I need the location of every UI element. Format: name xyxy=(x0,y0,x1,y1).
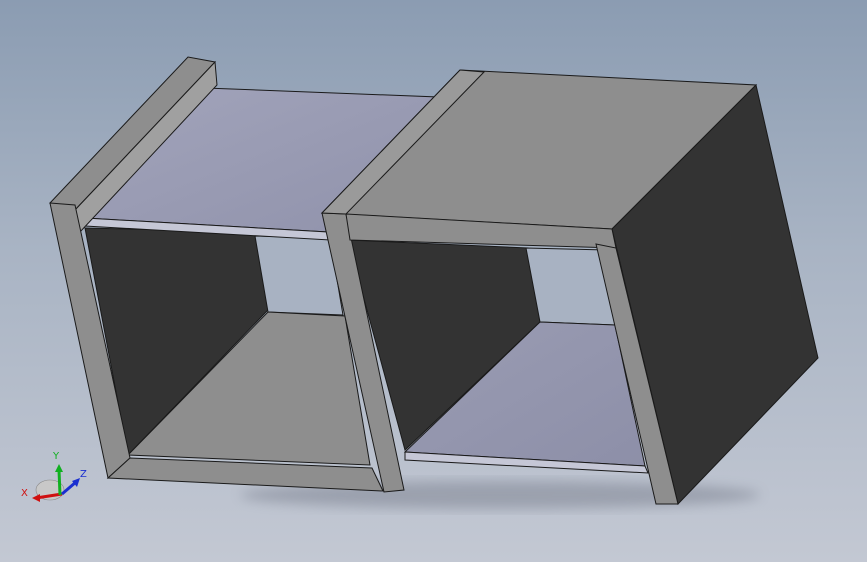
triad-x-label: X xyxy=(21,488,28,499)
triad-z-axis xyxy=(61,480,77,496)
triad-z-label: Z xyxy=(80,469,87,480)
model-view[interactable]: X Y Z xyxy=(0,0,867,562)
triad-y-arrow xyxy=(55,464,63,472)
triad-x-arrow xyxy=(32,494,40,502)
reference-triad[interactable]: X Y Z xyxy=(21,451,87,502)
triad-y-label: Y xyxy=(52,451,60,462)
triad-y-axis xyxy=(57,469,62,496)
graphics-viewport[interactable]: X Y Z xyxy=(0,0,867,562)
